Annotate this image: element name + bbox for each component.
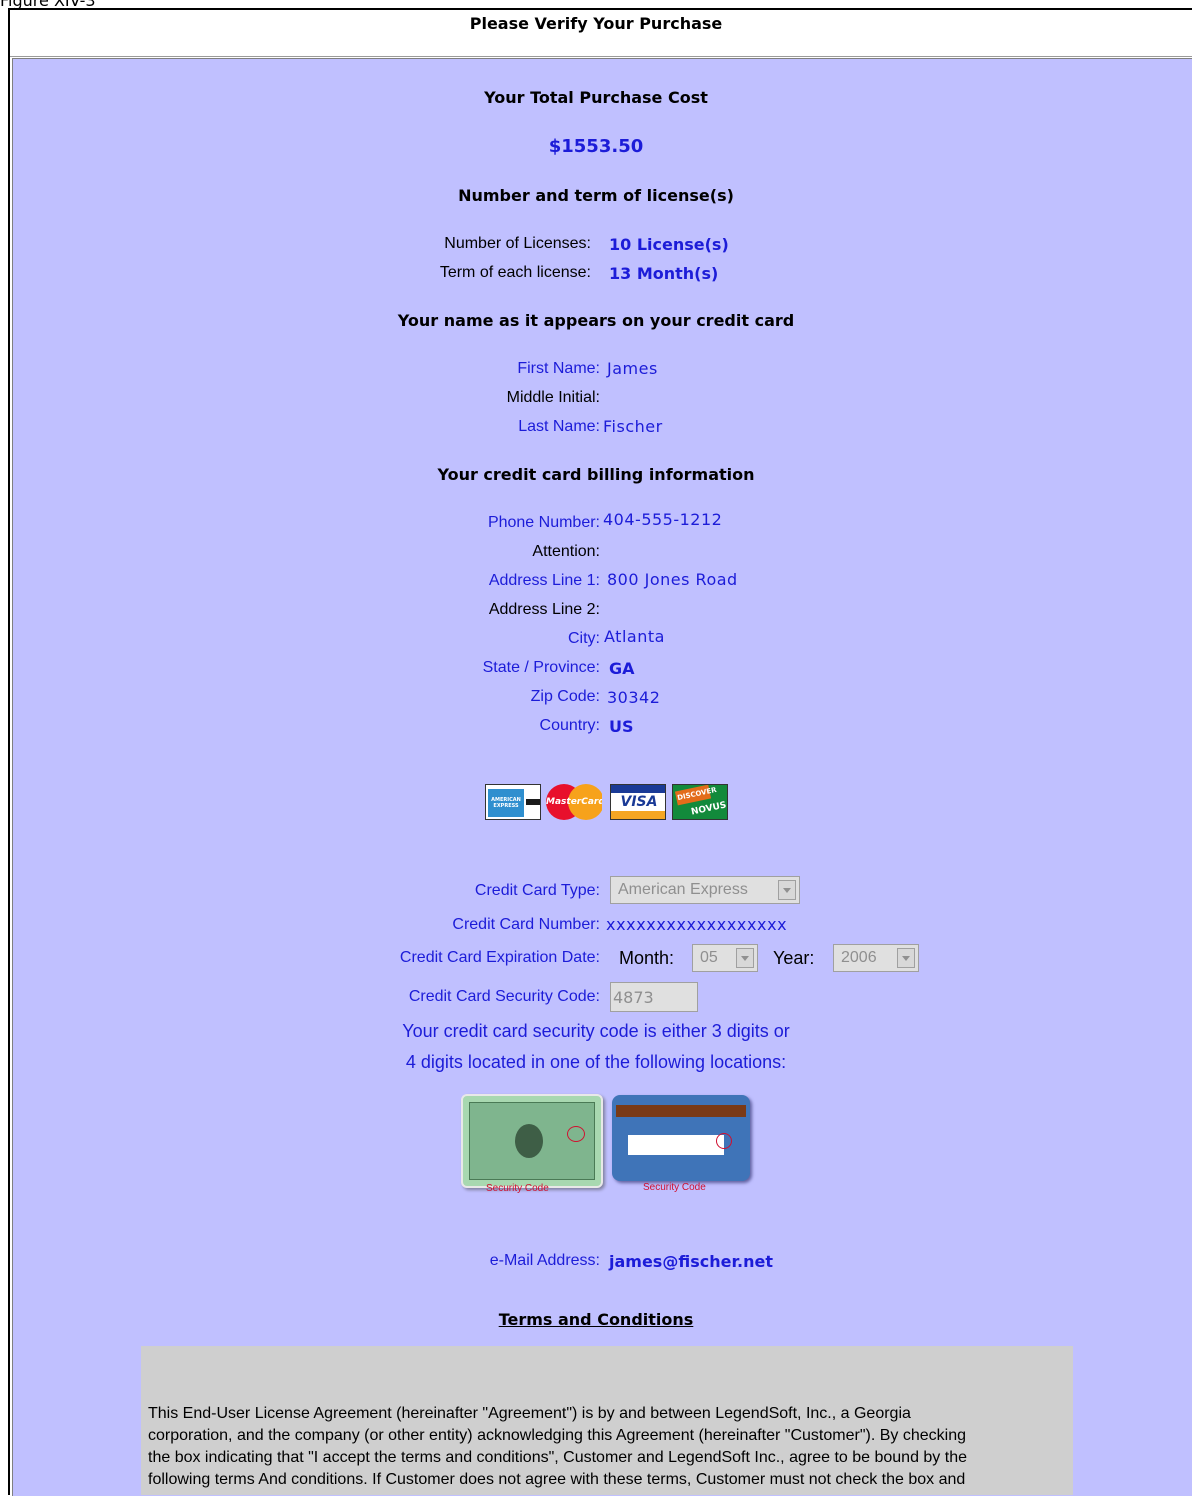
terms-line: corporation, and the company (or other e… [148,1427,966,1444]
year-label: Year: [773,948,815,968]
amex-security-caption: Security Code [486,1183,549,1194]
expiration-year-select[interactable]: 2006 [833,944,919,972]
card-back-security-code-image [612,1095,750,1181]
security-help-line2: 4 digits located in one of the following… [405,1052,787,1072]
cost-heading: Your Total Purchase Cost [484,88,708,107]
terms-line: the box indicating that "I accept the te… [148,1449,967,1466]
visa-logo-icon: VISA [610,784,666,820]
license-count-value: 10 License(s) [609,235,729,254]
license-term-value: 13 Month(s) [609,264,719,283]
title-bar: Please Verify Your Purchase [10,10,1192,57]
card-type-select[interactable]: American Express [610,876,800,904]
country-label: Country: [539,717,600,734]
security-help-line1: Your credit card security code is either… [402,1021,790,1041]
chevron-down-icon[interactable] [736,948,754,968]
city-label: City: [568,630,600,647]
expiration-label: Credit Card Expiration Date: [399,949,600,966]
email-value: james@fischer.net [609,1252,774,1271]
first-name-value: James [607,359,658,378]
terms-text: This End-User License Agreement (hereina… [148,1403,1063,1491]
name-heading: Your name as it appears on your credit c… [397,311,795,330]
phone-value: 404-555-1212 [603,510,723,529]
card-type-label: Credit Card Type: [474,882,600,899]
state-value: GA [609,659,635,678]
mastercard-logo-icon: MasterCard [546,784,602,820]
expiration-month-select[interactable]: 05 [692,944,758,972]
amex-logo-icon: AMERICAN EXPRESS [485,784,541,820]
license-heading: Number and term of license(s) [458,186,734,205]
phone-label: Phone Number: [487,514,600,531]
chevron-down-icon[interactable] [778,880,796,900]
license-count-label: Number of Licenses: [444,235,591,252]
license-term-label: Term of each license: [439,264,591,281]
month-label: Month: [619,948,675,968]
card-back-security-caption: Security Code [643,1182,706,1193]
address1-label: Address Line 1: [488,572,600,589]
card-number-label: Credit Card Number: [452,916,600,933]
country-value: US [609,717,634,736]
billing-heading: Your credit card billing information [437,465,755,484]
verification-panel [12,58,1192,1496]
card-number-value: xxxxxxxxxxxxxxxxxx [606,915,788,934]
last-name-value: Fischer [603,417,663,436]
terms-line: following terms And conditions. If Custo… [148,1471,966,1488]
address1-value: 800 Jones Road [607,570,738,589]
total-cost-value: $1553.50 [548,136,644,157]
card-type-selected: American Express [618,881,748,898]
state-label: State / Province: [482,659,600,676]
year-selected: 2006 [841,949,877,966]
zip-label: Zip Code: [530,688,600,705]
attention-label: Attention: [532,543,600,560]
discover-novus-logo-icon: DISCOVER NOVUS [672,784,728,820]
middle-initial-label: Middle Initial: [506,389,600,406]
address2-label: Address Line 2: [488,601,600,618]
amex-security-code-image [461,1094,603,1188]
city-value: Atlanta [604,627,665,646]
terms-link[interactable]: Terms and Conditions [0,1310,1192,1329]
terms-line: This End-User License Agreement (hereina… [148,1405,911,1422]
chevron-down-icon[interactable] [897,948,915,968]
last-name-label: Last Name: [518,418,600,435]
month-selected: 05 [700,949,718,966]
first-name-label: First Name: [517,360,600,377]
security-code-input[interactable]: 4873 [610,982,698,1012]
zip-value: 30342 [607,688,661,707]
page-title: Please Verify Your Purchase [469,14,723,33]
security-code-label: Credit Card Security Code: [408,988,600,1005]
email-label: e-Mail Address: [489,1252,600,1269]
